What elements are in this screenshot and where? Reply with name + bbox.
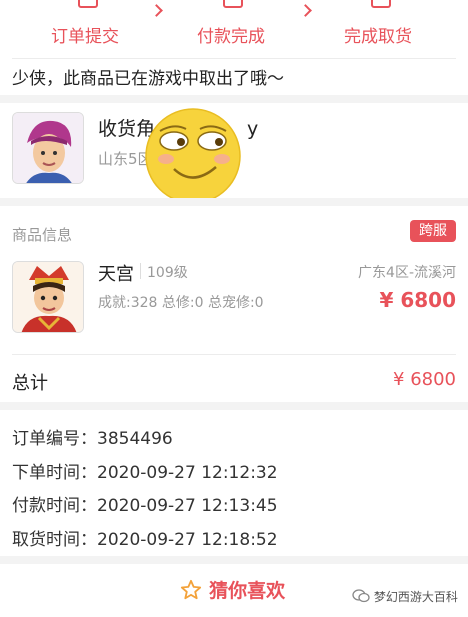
watermark: 梦幻西游大百科 (352, 588, 458, 605)
goods-level: 109级 (147, 265, 188, 281)
step-label-picked: 完成取货 (344, 27, 412, 47)
divider (12, 354, 456, 355)
goods-section-title: 商品信息 (12, 226, 73, 244)
goods-stats: 成就:328 总修:0 总宠修:0 (98, 295, 264, 311)
chevron-right-icon (299, 4, 312, 17)
step-label-paid: 付款完成 (197, 27, 265, 47)
cross-server-badge: 跨服 (410, 220, 456, 242)
order-created-time: 2020-09-27 12:12:32 (97, 463, 278, 483)
order-row-label: 下单时间： (12, 463, 97, 483)
divider (12, 58, 456, 59)
smiling-face-sticker-icon (144, 107, 242, 205)
watermark-text: 梦幻西游大百科 (373, 590, 458, 604)
goods-character-avatar (12, 261, 84, 333)
pickup-done-icon (371, 0, 391, 8)
total-label: 总计 (12, 373, 48, 394)
section-gap (0, 95, 468, 103)
pickup-notice: 少侠，此商品已在游戏中取出了哦～ (12, 69, 284, 89)
payment-done-icon (223, 0, 243, 8)
goods-price: ¥ 6800 (379, 288, 456, 312)
receiver-avatar (12, 112, 84, 184)
order-number: 3854496 (97, 429, 173, 449)
goods-server: 广东4区-流溪河 (358, 265, 456, 281)
order-row: 取货时间：2020-09-27 12:18:52 (12, 525, 278, 550)
order-row-label: 付款时间： (12, 496, 97, 516)
total-value: ¥ 6800 (393, 369, 456, 390)
order-row: 下单时间：2020-09-27 12:12:32 (12, 458, 278, 483)
order-pickup-time: 2020-09-27 12:18:52 (97, 530, 278, 550)
recommend-header[interactable]: 猜你喜欢 (180, 576, 285, 602)
section-gap (0, 198, 468, 206)
order-row-label: 取货时间： (12, 530, 97, 550)
recommend-title: 猜你喜欢 (209, 580, 286, 602)
order-row: 付款时间：2020-09-27 12:13:45 (12, 491, 278, 516)
order-paid-time: 2020-09-27 12:13:45 (97, 496, 278, 516)
section-gap (0, 402, 468, 410)
order-row: 订单编号：3854496 (12, 424, 173, 449)
step-label-submitted: 订单提交 (51, 27, 119, 47)
wechat-icon (352, 589, 370, 603)
section-gap (0, 556, 468, 564)
chevron-right-icon (150, 4, 163, 17)
order-row-label: 订单编号： (12, 429, 97, 449)
order-submitted-icon (78, 0, 98, 8)
name-level-divider (140, 263, 141, 279)
goods-name: 天宫 (98, 264, 134, 285)
star-icon (180, 579, 202, 600)
receiver-title-tail: y (247, 118, 259, 140)
order-progress: 订单提交 付款完成 完成取货 (0, 0, 468, 52)
